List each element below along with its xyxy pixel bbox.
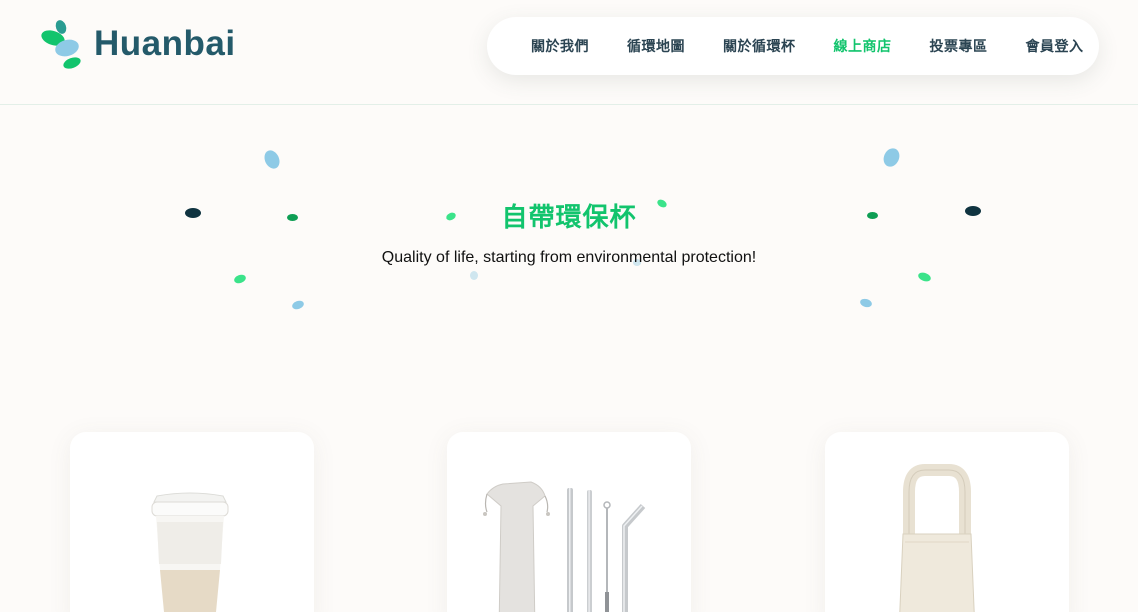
main-nav: 關於我們 循環地圖 關於循環杯 線上商店 投票專區 會員登入 bbox=[487, 17, 1099, 75]
leaf-decoration bbox=[290, 299, 306, 311]
reusable-cup-image bbox=[151, 492, 229, 612]
product-card-bag[interactable] bbox=[825, 432, 1069, 612]
logo-icon bbox=[41, 20, 81, 69]
leaf-decoration bbox=[917, 271, 932, 283]
product-card-cup[interactable] bbox=[70, 432, 314, 612]
nav-item-online-shop[interactable]: 線上商店 bbox=[834, 36, 892, 56]
leaf-decoration bbox=[859, 297, 873, 309]
page-subtitle: Quality of life, starting from environme… bbox=[381, 249, 757, 266]
straw-set-image bbox=[483, 481, 646, 612]
page-title: 自帶環保杯 bbox=[501, 203, 637, 233]
nav-item-recycle-map[interactable]: 循環地圖 bbox=[627, 36, 685, 56]
leaf-decoration bbox=[880, 145, 903, 170]
leaf-decoration bbox=[232, 273, 248, 285]
leaf-decoration bbox=[261, 147, 283, 172]
nav-item-member-login[interactable]: 會員登入 bbox=[1026, 36, 1084, 56]
nav-item-about-cup[interactable]: 關於循環杯 bbox=[723, 36, 796, 56]
canvas-bag-image bbox=[899, 464, 975, 612]
hero-section: 自帶環保杯 Quality of life, starting from env… bbox=[0, 106, 1138, 406]
site-header: Huanbai 關於我們 循環地圖 關於循環杯 線上商店 投票專區 會員登入 bbox=[0, 0, 1138, 105]
nav-item-vote[interactable]: 投票專區 bbox=[930, 36, 988, 56]
nav-item-about-us[interactable]: 關於我們 bbox=[531, 36, 589, 56]
logo[interactable]: Huanbai bbox=[40, 18, 250, 70]
product-card-straws[interactable] bbox=[447, 432, 691, 612]
logo-text: Huanbai bbox=[94, 24, 236, 63]
leaf-decoration bbox=[470, 271, 478, 280]
